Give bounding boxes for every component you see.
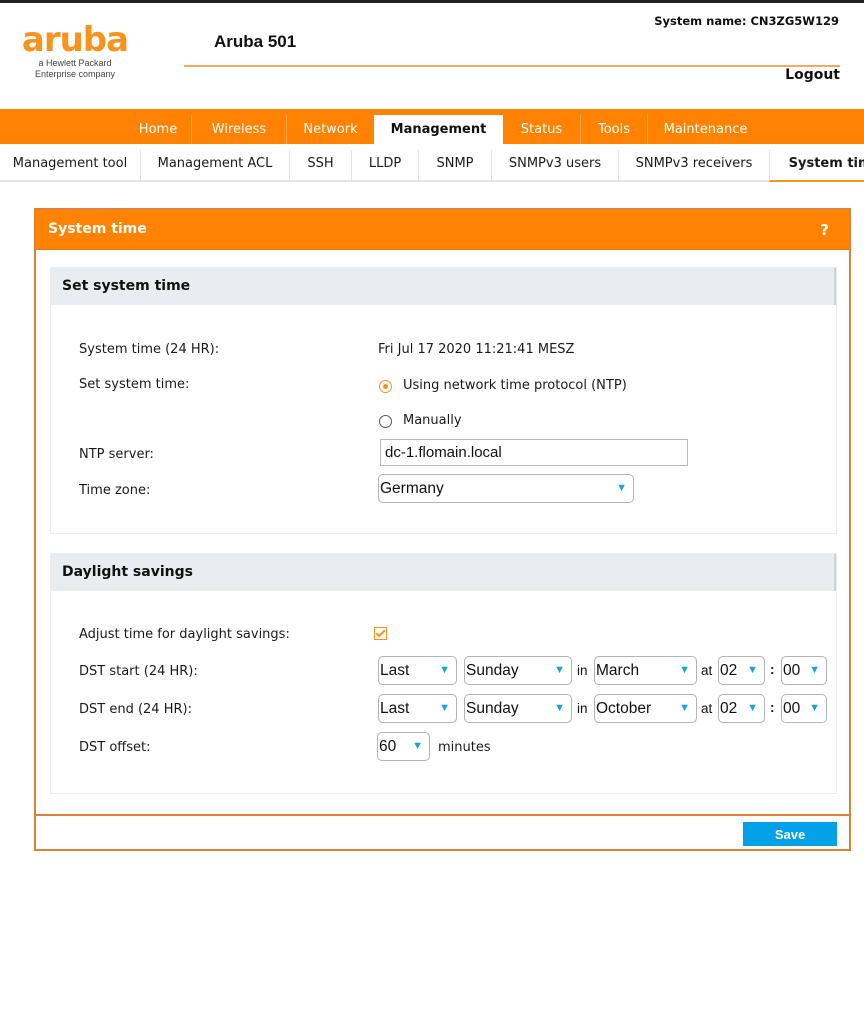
dst-start-week-select[interactable]: Last ▼ [378,656,457,685]
main-tab-wireless[interactable]: Wireless [191,115,286,144]
chevron-down-icon: ▼ [616,482,627,494]
product-name: Aruba 501 [214,32,297,51]
daylight-savings-section: Daylight savings Adjust time for dayligh… [50,553,837,794]
dst-end-minute-value: 00 [783,700,801,717]
save-button[interactable]: Save [743,822,837,846]
section-title: Daylight savings [62,564,193,580]
main-tab-management[interactable]: Management [374,115,503,144]
dst-end-week-value: Last [380,700,410,717]
main-tab-tools[interactable]: Tools [580,115,647,144]
dst-end-minute-select[interactable]: 00 ▼ [781,694,827,723]
sub-tab-snmpv3-users[interactable]: SNMPv3 users [491,150,618,182]
header-divider [184,65,840,67]
set-system-time-label: Set system time: [79,377,190,392]
system-time-panel: System time ? Set system time System tim… [34,208,851,851]
dst-start-month-select[interactable]: March ▼ [594,656,697,685]
in-text: in [577,701,588,716]
in-text: in [577,663,588,678]
section-title: Set system time [62,278,191,294]
logo-tagline-2: Enterprise company [34,69,116,79]
system-time-label: System time (24 HR): [79,342,220,357]
dst-start-day-select[interactable]: Sunday ▼ [464,656,572,685]
dst-end-week-select[interactable]: Last ▼ [378,694,457,723]
dst-start-month-value: March [596,662,640,679]
ntp-radio[interactable] [379,380,392,393]
at-text: at [701,663,713,678]
panel-header: System time ? [36,210,849,250]
section-header: Set system time [51,268,836,305]
sub-nav: Management tool Management ACL SSH LLDP … [0,144,864,182]
chevron-down-icon: ▼ [747,664,758,676]
chevron-down-icon: ▼ [679,664,690,676]
dst-start-minute-select[interactable]: 00 ▼ [781,656,827,685]
dst-offset-value: 60 [379,738,397,755]
chevron-down-icon: ▼ [809,664,820,676]
dst-offset-unit: minutes [438,740,491,755]
sub-tab-snmpv3-receivers[interactable]: SNMPv3 receivers [618,150,769,182]
chevron-down-icon: ▼ [439,664,450,676]
logo-wordmark: aruba [21,20,129,60]
dst-end-month-value: October [596,700,652,717]
colon-text: : [770,662,775,677]
panel-title: System time [48,221,147,237]
dst-end-label: DST end (24 HR): [79,702,192,717]
sub-tab-management-tool[interactable]: Management tool [0,150,140,182]
logout-link[interactable]: Logout [785,67,840,83]
time-zone-select[interactable]: Germany ▼ [378,474,634,503]
main-nav: Home Wireless Network Management Status … [0,109,864,144]
main-tab-maintenance[interactable]: Maintenance [647,115,763,144]
dst-end-hour-value: 02 [720,700,738,717]
dst-start-hour-select[interactable]: 02 ▼ [718,656,765,685]
panel-footer: Save [36,814,849,851]
dst-start-label: DST start (24 HR): [79,664,198,679]
adjust-dst-checkbox[interactable] [374,627,387,640]
dst-end-month-select[interactable]: October ▼ [594,694,697,723]
manual-radio-label[interactable]: Manually [403,413,462,428]
dst-start-minute-value: 00 [783,662,801,679]
dst-start-day-value: Sunday [466,662,519,679]
dst-end-day-select[interactable]: Sunday ▼ [464,694,572,723]
aruba-logo: aruba a Hewlett Packard Enterprise compa… [14,22,136,80]
help-icon[interactable]: ? [820,221,829,239]
at-text: at [701,701,713,716]
colon-text: : [770,700,775,715]
dst-offset-label: DST offset: [79,740,151,755]
sub-tab-ssh[interactable]: SSH [289,150,351,182]
manual-radio[interactable] [379,415,392,428]
main-tab-status[interactable]: Status [503,115,580,144]
ntp-radio-label[interactable]: Using network time protocol (NTP) [403,378,627,393]
dst-end-day-value: Sunday [466,700,519,717]
dst-start-week-value: Last [380,662,410,679]
chevron-down-icon: ▼ [412,740,423,752]
dst-end-hour-select[interactable]: 02 ▼ [718,694,765,723]
time-zone-value: Germany [380,480,444,497]
sub-tab-lldp[interactable]: LLDP [351,150,418,182]
section-header: Daylight savings [51,554,836,591]
ntp-server-label: NTP server: [79,447,154,462]
chevron-down-icon: ▼ [439,702,450,714]
dst-offset-select[interactable]: 60 ▼ [377,732,430,761]
window-top-border [0,0,864,3]
system-name: System name: CN3ZG5W129 [654,14,839,28]
chevron-down-icon: ▼ [809,702,820,714]
sub-tab-system-time[interactable]: System time [769,150,864,182]
dst-start-hour-value: 02 [720,662,738,679]
chevron-down-icon: ▼ [554,664,565,676]
ntp-server-input[interactable]: dc-1.flomain.local [380,439,688,466]
adjust-dst-label: Adjust time for daylight savings: [79,627,290,642]
main-tab-network[interactable]: Network [286,115,374,144]
sub-tab-snmp[interactable]: SNMP [418,150,491,182]
sub-tab-management-acl[interactable]: Management ACL [140,150,289,182]
system-time-value: Fri Jul 17 2020 11:21:41 MESZ [378,342,575,357]
time-zone-label: Time zone: [79,483,151,498]
main-tab-home[interactable]: Home [125,115,191,144]
chevron-down-icon: ▼ [747,702,758,714]
chevron-down-icon: ▼ [679,702,690,714]
chevron-down-icon: ▼ [554,702,565,714]
set-system-time-section: Set system time System time (24 HR): Fri… [50,267,837,534]
